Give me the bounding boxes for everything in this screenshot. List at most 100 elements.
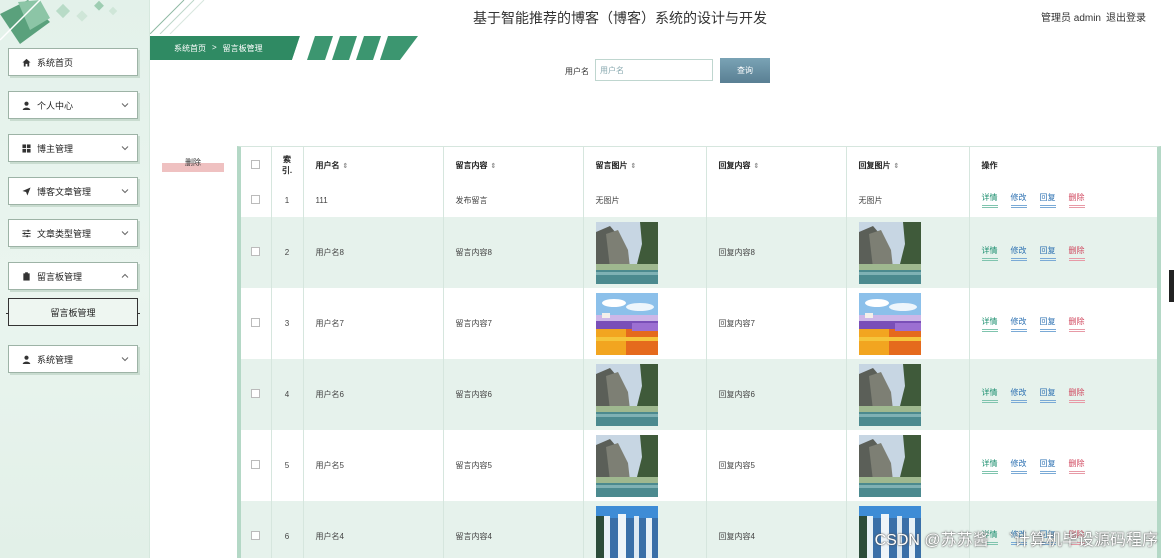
row-username: 用户名4 xyxy=(303,501,444,558)
sort-icon[interactable]: ⇕ xyxy=(754,163,760,170)
search-button[interactable]: 查询 xyxy=(720,58,770,83)
user-icon xyxy=(21,100,31,110)
row-checkbox[interactable] xyxy=(251,460,261,469)
row-select-cell[interactable] xyxy=(241,217,272,288)
select-all-cell[interactable] xyxy=(241,147,272,183)
detail-link[interactable]: 详情 xyxy=(981,192,998,208)
reply-link[interactable]: 回复 xyxy=(1039,192,1056,208)
header-image[interactable]: 留言图片 ⇕ xyxy=(583,147,707,183)
sidebar-item-system[interactable]: 系统管理 xyxy=(8,345,138,373)
row-actions: 详情 修改 回复 删除 xyxy=(969,288,1157,359)
sidebar-subitem-label: 留言板管理 xyxy=(50,307,96,318)
reply-link[interactable]: 回复 xyxy=(1039,458,1056,474)
detail-link[interactable]: 详情 xyxy=(981,316,998,332)
header-reply[interactable]: 回复内容 ⇕ xyxy=(706,147,847,183)
edit-link[interactable]: 修改 xyxy=(1010,458,1027,474)
username-search-input[interactable] xyxy=(595,59,713,81)
row-select-cell[interactable] xyxy=(241,183,272,217)
row-username: 用户名5 xyxy=(303,430,444,501)
row-content: 留言内容6 xyxy=(443,359,584,430)
guestbook-table: 索引. 用户名 ⇕ 留言内容 ⇕ 留言图片 ⇕ 回复内容 ⇕ 回复图片 ⇕ 操作 1 111… xyxy=(237,146,1161,558)
delete-link[interactable]: 删除 xyxy=(1068,316,1085,332)
search-label: 用户名 xyxy=(565,67,589,76)
reply-link[interactable]: 回复 xyxy=(1039,387,1056,403)
delete-link[interactable]: 删除 xyxy=(1068,192,1085,208)
row-image xyxy=(583,217,707,288)
row-content: 留言内容4 xyxy=(443,501,584,558)
row-index: 5 xyxy=(271,430,304,501)
breadcrumb-home[interactable]: 系统首页 xyxy=(174,43,206,54)
delete-link[interactable]: 删除 xyxy=(1068,387,1085,403)
row-select-cell[interactable] xyxy=(241,359,272,430)
row-image xyxy=(583,288,707,359)
row-checkbox[interactable] xyxy=(251,318,261,327)
no-image-text: 无图片 xyxy=(595,195,620,205)
flower-field-photo xyxy=(858,292,921,355)
row-image xyxy=(583,430,707,501)
sidebar-subitem-guestbook[interactable]: 留言板管理 xyxy=(8,298,138,326)
user-label: 管理员 admin xyxy=(1040,13,1101,24)
sidebar-item-articles[interactable]: 博客文章管理 xyxy=(8,177,138,205)
sort-icon[interactable]: ⇕ xyxy=(491,163,497,170)
row-reply-image xyxy=(846,288,970,359)
sidebar-item-blogger[interactable]: 博主管理 xyxy=(8,134,138,162)
detail-link[interactable]: 详情 xyxy=(981,458,998,474)
delete-button[interactable]: 删除 xyxy=(162,152,224,172)
row-content: 发布留言 xyxy=(443,183,584,217)
select-all-checkbox[interactable] xyxy=(251,159,261,169)
grid-icon xyxy=(21,143,31,153)
header-content[interactable]: 留言内容 ⇕ xyxy=(443,147,584,183)
sidebar-item-label: 留言板管理 xyxy=(37,271,83,282)
sidebar-item-profile[interactable]: 个人中心 xyxy=(8,91,138,119)
row-actions: 详情 修改 回复 删除 xyxy=(969,183,1157,217)
user-info: 管理员 admin 退出登录 xyxy=(1041,9,1146,24)
row-actions: 详情 修改 回复 删除 xyxy=(969,217,1157,288)
row-index: 3 xyxy=(271,288,304,359)
header-reply-image[interactable]: 回复图片 ⇕ xyxy=(846,147,970,183)
edit-link[interactable]: 修改 xyxy=(1010,192,1027,208)
detail-link[interactable]: 详情 xyxy=(981,387,998,403)
row-reply-image xyxy=(846,430,970,501)
row-index: 2 xyxy=(271,217,304,288)
table-row: 2 用户名8 留言内容8 回复内容8 详情 修改 回复 删除 xyxy=(241,217,1157,288)
table-row: 3 用户名7 留言内容7 回复内容7 详情 修改 回复 删除 xyxy=(241,288,1157,359)
scroll-tab[interactable] xyxy=(1169,270,1174,302)
detail-link[interactable]: 详情 xyxy=(981,245,998,261)
page-title: 基于智能推荐的博客（博客）系统的设计与开发 xyxy=(473,10,767,26)
row-checkbox[interactable] xyxy=(251,531,261,540)
row-select-cell[interactable] xyxy=(241,288,272,359)
row-actions: 详情 修改 回复 删除 xyxy=(969,430,1157,501)
row-reply: 回复内容7 xyxy=(706,288,847,359)
sort-icon[interactable]: ⇕ xyxy=(894,163,900,170)
delete-link[interactable]: 删除 xyxy=(1068,245,1085,261)
cliff-photo xyxy=(595,221,658,284)
row-checkbox[interactable] xyxy=(251,194,261,204)
edit-link[interactable]: 修改 xyxy=(1010,316,1027,332)
sidebar-item-label: 系统管理 xyxy=(37,354,74,365)
edit-link[interactable]: 修改 xyxy=(1010,387,1027,403)
sidebar-item-article-types[interactable]: 文章类型管理 xyxy=(8,219,138,247)
edit-link[interactable]: 修改 xyxy=(1010,245,1027,261)
logout-link[interactable]: 退出登录 xyxy=(1106,9,1146,24)
send-icon xyxy=(21,186,31,196)
row-reply xyxy=(706,183,847,217)
reply-link[interactable]: 回复 xyxy=(1039,245,1056,261)
table-row: 1 111 发布留言 无图片 无图片 详情 修改 回复 删除 xyxy=(241,183,1157,217)
row-reply: 回复内容4 xyxy=(706,501,847,558)
row-select-cell[interactable] xyxy=(241,430,272,501)
row-content: 留言内容8 xyxy=(443,217,584,288)
row-checkbox[interactable] xyxy=(251,389,261,398)
row-content: 留言内容7 xyxy=(443,288,584,359)
row-select-cell[interactable] xyxy=(241,501,272,558)
row-username: 用户名7 xyxy=(303,288,444,359)
row-image xyxy=(583,501,707,558)
sidebar-item-home[interactable]: 系统首页 xyxy=(8,48,138,76)
delete-link[interactable]: 删除 xyxy=(1068,458,1085,474)
row-reply-image xyxy=(846,217,970,288)
sort-icon[interactable]: ⇕ xyxy=(631,163,637,170)
sort-icon[interactable]: ⇕ xyxy=(343,163,349,170)
row-checkbox[interactable] xyxy=(251,247,261,256)
sidebar-item-guestbook[interactable]: 留言板管理 xyxy=(8,262,138,290)
header-username[interactable]: 用户名 ⇕ xyxy=(303,147,444,183)
reply-link[interactable]: 回复 xyxy=(1039,316,1056,332)
